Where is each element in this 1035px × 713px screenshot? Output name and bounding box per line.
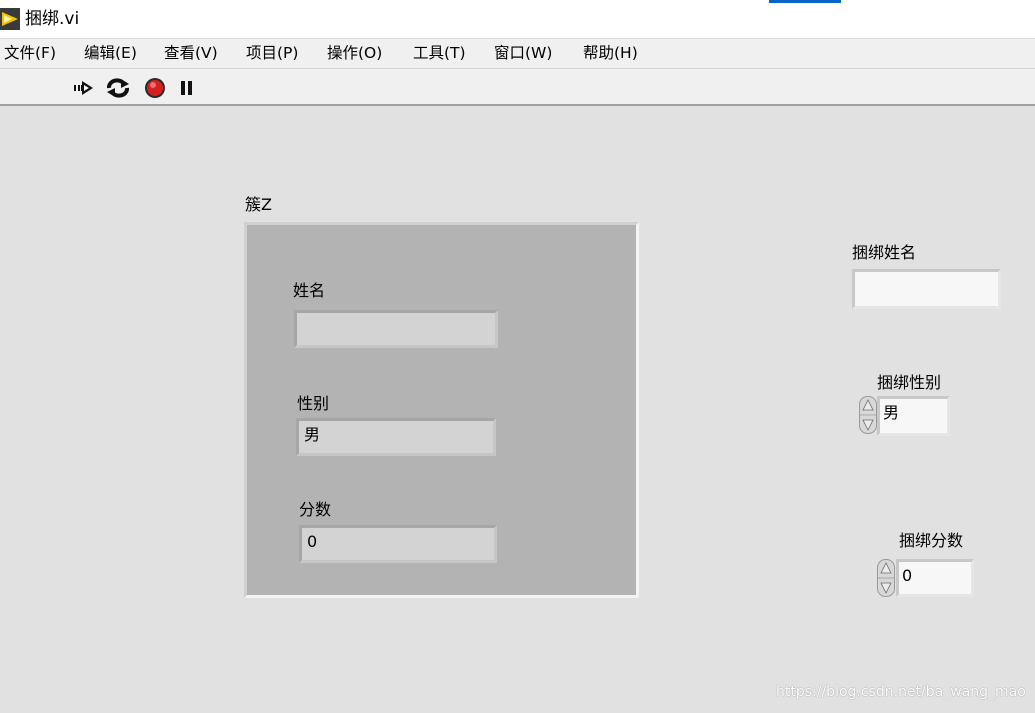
run-arrow-icon[interactable] [72, 77, 98, 99]
cluster-gender-label: 性别 [297, 394, 330, 413]
labview-front-panel-window: 捆绑.vi 文件(F) 编辑(E) 查看(V) 项目(P) 操作(O) 工具(T… [0, 0, 1035, 713]
pause-icon[interactable] [176, 77, 202, 99]
toolbar [0, 68, 1035, 106]
cluster-name-label: 姓名 [293, 281, 326, 300]
abort-execution-icon[interactable] [143, 77, 169, 99]
bundle-gender-increment-decrement-icon[interactable] [859, 396, 877, 434]
bundle-name-label: 捆绑姓名 [852, 243, 917, 262]
bundle-score-numeric[interactable]: 0 [896, 559, 974, 597]
cluster-score-label: 分数 [299, 500, 332, 519]
bundle-gender-ring[interactable]: 男 [877, 396, 950, 436]
cluster-label: 簇Z [245, 195, 272, 214]
menu-project[interactable]: 项目(P) [246, 43, 298, 63]
cluster-gender-indicator[interactable]: 男 [296, 418, 496, 456]
watermark-text: https://blog.csdn.net/ba_wang_mao [776, 684, 1026, 700]
labview-vi-icon [0, 8, 20, 30]
bundle-score-label: 捆绑分数 [899, 531, 964, 550]
menu-bar: 文件(F) 编辑(E) 查看(V) 项目(P) 操作(O) 工具(T) 窗口(W… [0, 38, 1035, 68]
menu-window[interactable]: 窗口(W) [494, 43, 552, 63]
menu-edit[interactable]: 编辑(E) [84, 43, 137, 63]
window-title: 捆绑.vi [25, 9, 80, 29]
menu-help[interactable]: 帮助(H) [583, 43, 638, 63]
menu-operate[interactable]: 操作(O) [327, 43, 382, 63]
cluster-z[interactable]: 姓名 性别 男 分数 0 [244, 222, 639, 598]
menu-tools[interactable]: 工具(T) [413, 43, 466, 63]
bundle-gender-label: 捆绑性别 [877, 373, 942, 392]
bundle-name-input[interactable] [852, 269, 1001, 309]
run-continuously-icon[interactable] [105, 77, 131, 99]
title-bar: 捆绑.vi [0, 0, 1035, 38]
cluster-score-indicator[interactable]: 0 [299, 525, 497, 563]
cluster-name-indicator[interactable] [294, 310, 498, 348]
menu-file[interactable]: 文件(F) [4, 43, 56, 63]
title-bar-accent [769, 0, 841, 3]
bundle-score-increment-decrement-icon[interactable] [877, 559, 895, 597]
menu-view[interactable]: 查看(V) [164, 43, 218, 63]
